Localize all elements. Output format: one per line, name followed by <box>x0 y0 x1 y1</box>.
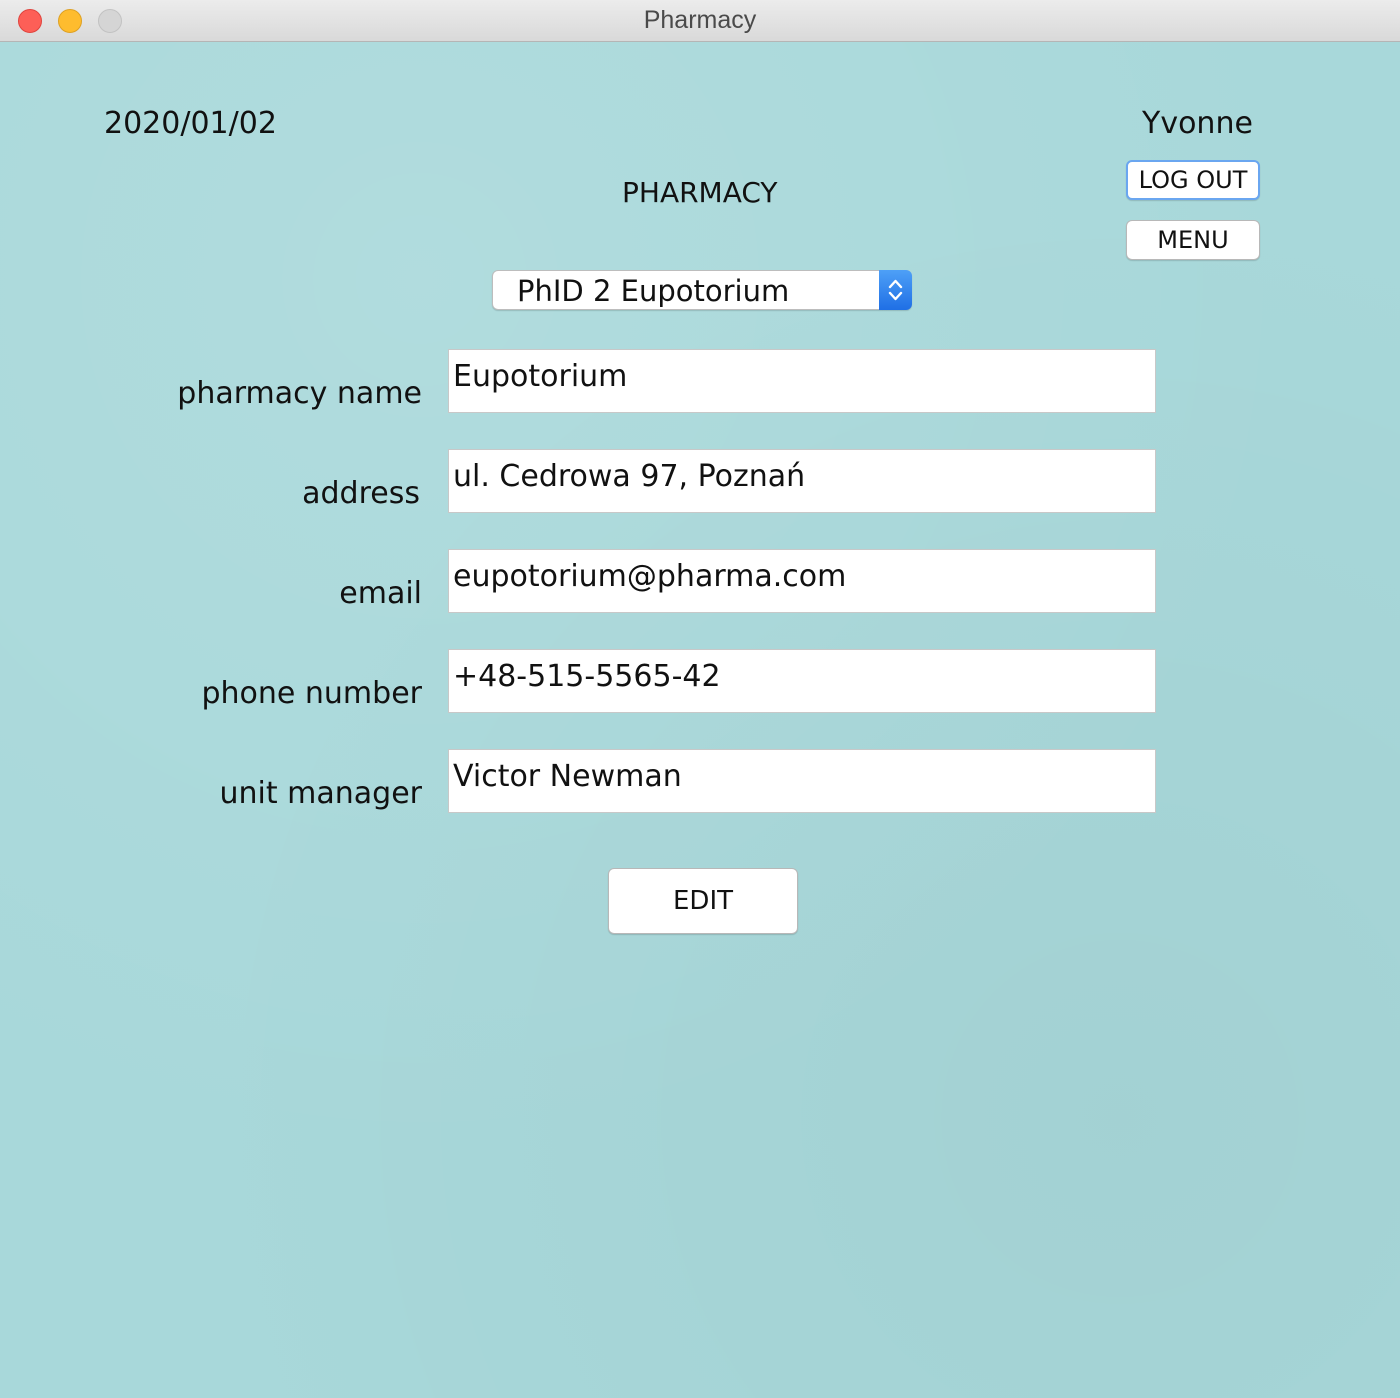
pharmacy-select[interactable]: PhID 2 Eupotorium <box>492 270 912 310</box>
current-date: 2020/01/02 <box>104 106 277 141</box>
address-label: address <box>302 476 420 511</box>
edit-button[interactable]: EDIT <box>608 868 798 934</box>
logged-in-user: Yvonne <box>1142 106 1253 141</box>
phone-number-label: phone number <box>201 676 422 711</box>
pharmacy-name-label: pharmacy name <box>177 376 422 411</box>
email-input[interactable] <box>448 549 1156 613</box>
window-title: Pharmacy <box>643 6 757 34</box>
email-label: email <box>339 576 422 611</box>
unit-manager-label: unit manager <box>219 776 423 811</box>
phone-number-input[interactable] <box>448 649 1156 713</box>
menu-button[interactable]: MENU <box>1126 220 1260 260</box>
chevron-up-down-icon[interactable] <box>879 270 912 310</box>
address-input[interactable] <box>448 449 1156 513</box>
pharmacy-window: Pharmacy 2020/01/02 Yvonne PHARMACY LOG … <box>0 0 1400 1398</box>
page-title: PHARMACY <box>622 176 778 209</box>
pharmacy-name-input[interactable] <box>448 349 1156 413</box>
unit-manager-input[interactable] <box>448 749 1156 813</box>
logout-button[interactable]: LOG OUT <box>1126 160 1260 200</box>
main-content: 2020/01/02 Yvonne PHARMACY LOG OUT MENU … <box>2 42 1398 1396</box>
pharmacy-select-value: PhID 2 Eupotorium <box>517 274 790 308</box>
title-bar[interactable]: Pharmacy <box>0 0 1400 42</box>
